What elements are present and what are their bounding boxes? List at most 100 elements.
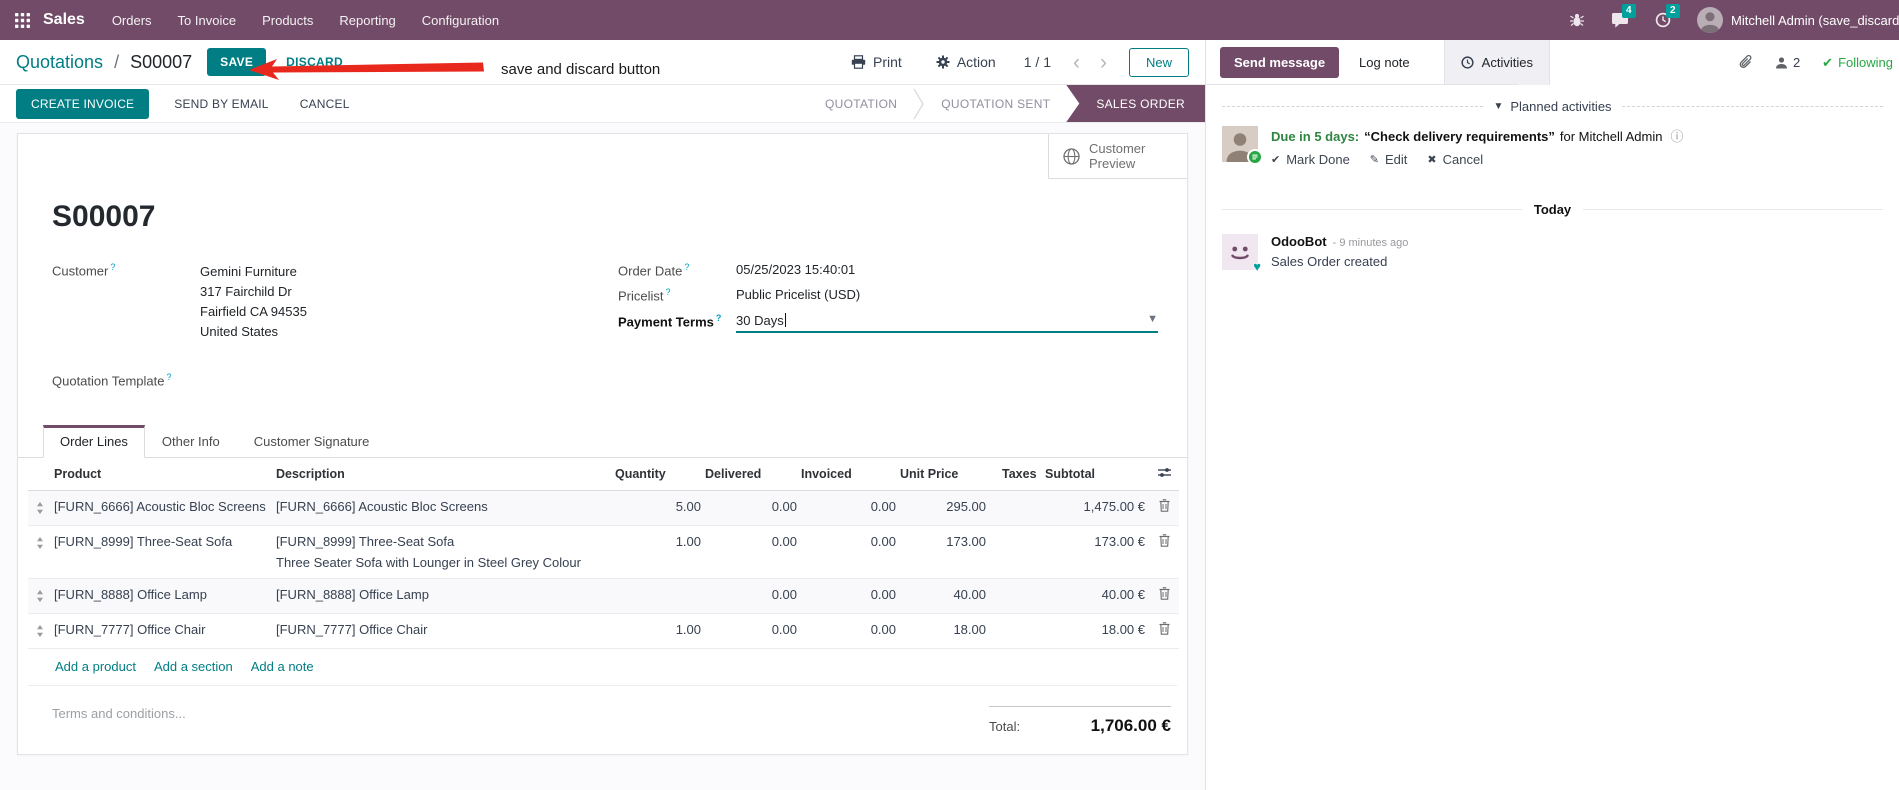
cell-taxes[interactable] — [988, 578, 1043, 615]
tab-order-lines[interactable]: Order Lines — [43, 425, 145, 459]
drag-handle-icon[interactable] — [28, 613, 52, 650]
messages-icon[interactable]: 4 — [1611, 4, 1636, 28]
cell-unit-price[interactable]: 18.00 — [898, 613, 988, 650]
menu-configuration[interactable]: Configuration — [422, 13, 499, 28]
order-reference-title[interactable]: S00007 — [52, 200, 1187, 234]
statusbar-buttons: CREATE INVOICE SEND BY EMAIL CANCEL — [16, 85, 356, 122]
chevron-right-icon[interactable]: › — [1100, 52, 1107, 73]
cell-quantity[interactable]: 5.00 — [613, 490, 703, 527]
column-quantity[interactable]: Quantity — [613, 458, 703, 492]
planned-activities-toggle[interactable]: ▼ Planned activities — [1493, 99, 1611, 114]
cell-description[interactable]: [FURN_6666] Acoustic Bloc Screens — [274, 490, 613, 527]
cell-subtotal: 1,475.00 € — [1043, 490, 1149, 527]
tab-other-info[interactable]: Other Info — [145, 425, 237, 458]
cell-invoiced[interactable]: 0.00 — [799, 578, 898, 615]
add-section-link[interactable]: Add a section — [154, 659, 233, 674]
edit-activity-button[interactable]: ✎ Edit — [1370, 152, 1408, 167]
debug-bug-icon[interactable] — [1569, 12, 1585, 28]
cell-product[interactable]: [FURN_8999] Three-Seat Sofa — [52, 525, 274, 580]
drag-handle-icon[interactable] — [28, 578, 52, 615]
cancel-activity-button[interactable]: ✖ Cancel — [1427, 152, 1483, 167]
column-delivered[interactable]: Delivered — [703, 458, 799, 492]
column-subtotal[interactable]: Subtotal — [1043, 458, 1149, 492]
cell-product[interactable]: [FURN_7777] Office Chair — [52, 613, 274, 650]
cell-unit-price[interactable]: 173.00 — [898, 525, 988, 580]
app-name[interactable]: Sales — [43, 11, 85, 29]
action-button[interactable]: Action — [930, 53, 1002, 71]
terms-and-conditions-field[interactable]: Terms and conditions... — [52, 706, 186, 721]
following-button[interactable]: ✔ Following — [1822, 55, 1893, 71]
menu-products[interactable]: Products — [262, 13, 313, 28]
menu-orders[interactable]: Orders — [112, 13, 152, 28]
customer-preview-button[interactable]: Customer Preview — [1048, 134, 1187, 179]
activities-count-badge: 2 — [1666, 4, 1680, 18]
cell-invoiced[interactable]: 0.00 — [799, 613, 898, 650]
drag-handle-icon[interactable] — [28, 490, 52, 527]
drag-handle-icon[interactable] — [28, 525, 52, 580]
send-message-button[interactable]: Send message — [1220, 47, 1340, 78]
send-by-email-button[interactable]: SEND BY EMAIL — [168, 96, 274, 112]
delete-row-button[interactable] — [1149, 525, 1179, 580]
delete-row-button[interactable] — [1149, 490, 1179, 527]
column-taxes[interactable]: Taxes — [988, 458, 1043, 492]
apps-grid-icon[interactable] — [10, 8, 34, 32]
menu-reporting[interactable]: Reporting — [339, 13, 395, 28]
cell-product[interactable]: [FURN_6666] Acoustic Bloc Screens — [52, 490, 274, 527]
cell-description[interactable]: [FURN_7777] Office Chair — [274, 613, 613, 650]
cell-taxes[interactable] — [988, 490, 1043, 527]
optional-columns-button[interactable] — [1149, 458, 1179, 492]
cell-delivered[interactable]: 0.00 — [703, 525, 799, 580]
delete-row-button[interactable] — [1149, 578, 1179, 615]
create-invoice-button[interactable]: CREATE INVOICE — [16, 88, 150, 119]
cell-unit-price[interactable]: 295.00 — [898, 490, 988, 527]
user-menu[interactable]: Mitchell Admin (save_discard — [1697, 7, 1899, 33]
new-button[interactable]: New — [1128, 47, 1189, 77]
menu-to-invoice[interactable]: To Invoice — [178, 13, 237, 28]
cancel-x-icon: ✖ — [1427, 154, 1437, 166]
cancel-button[interactable]: CANCEL — [294, 96, 356, 112]
cell-description[interactable]: [FURN_8999] Three-Seat Sofa Three Seater… — [274, 525, 613, 580]
column-description[interactable]: Description — [274, 458, 613, 492]
dropdown-caret-icon[interactable]: ▼ — [1147, 313, 1158, 325]
column-invoiced[interactable]: Invoiced — [799, 458, 898, 492]
step-sales-order[interactable]: SALES ORDER — [1066, 85, 1205, 122]
tab-customer-signature[interactable]: Customer Signature — [237, 425, 387, 458]
column-unit-price[interactable]: Unit Price — [898, 458, 988, 492]
cell-delivered[interactable]: 0.00 — [703, 613, 799, 650]
cell-quantity[interactable]: 1.00 — [613, 613, 703, 650]
cell-quantity[interactable]: 1.00 — [613, 525, 703, 580]
paperclip-icon[interactable] — [1739, 55, 1753, 70]
column-product[interactable]: Product — [52, 458, 274, 492]
mark-done-button[interactable]: ✔ Mark Done — [1271, 152, 1350, 167]
activities-tab[interactable]: Activities — [1443, 40, 1550, 85]
cell-quantity[interactable] — [613, 578, 703, 615]
add-note-link[interactable]: Add a note — [251, 659, 314, 674]
cell-unit-price[interactable]: 40.00 — [898, 578, 988, 615]
cell-invoiced[interactable]: 0.00 — [799, 490, 898, 527]
cell-invoiced[interactable]: 0.00 — [799, 525, 898, 580]
payment-terms-field[interactable]: 30 Days ▼ — [736, 312, 1158, 333]
log-note-button[interactable]: Log note — [1343, 40, 1426, 85]
delete-row-button[interactable] — [1149, 613, 1179, 650]
chevron-left-icon[interactable]: ‹ — [1073, 52, 1080, 73]
add-product-link[interactable]: Add a product — [55, 659, 136, 674]
step-quotation[interactable]: QUOTATION — [809, 85, 913, 122]
order-date-field[interactable]: 05/25/2023 15:40:01 — [736, 262, 855, 278]
cell-description[interactable]: [FURN_8888] Office Lamp — [274, 578, 613, 615]
step-quotation-sent[interactable]: QUOTATION SENT — [925, 85, 1066, 122]
activities-clock-icon[interactable]: 2 — [1655, 4, 1680, 28]
cell-taxes[interactable] — [988, 525, 1043, 580]
discard-button[interactable]: DISCARD — [280, 54, 349, 70]
cell-product[interactable]: [FURN_8888] Office Lamp — [52, 578, 274, 615]
customer-link[interactable]: Gemini Furniture — [200, 262, 307, 282]
save-button[interactable]: SAVE — [207, 48, 267, 76]
followers-button[interactable]: 2 — [1775, 55, 1800, 70]
pricelist-field[interactable]: Public Pricelist (USD) — [736, 287, 860, 303]
print-button[interactable]: Print — [845, 53, 908, 71]
breadcrumb-quotations[interactable]: Quotations — [16, 52, 103, 72]
cell-taxes[interactable] — [988, 613, 1043, 650]
info-icon[interactable]: ⓘ — [1670, 126, 1683, 145]
cell-delivered[interactable]: 0.00 — [703, 490, 799, 527]
list-add-links: Add a product Add a section Add a note — [28, 649, 1177, 687]
cell-delivered[interactable]: 0.00 — [703, 578, 799, 615]
